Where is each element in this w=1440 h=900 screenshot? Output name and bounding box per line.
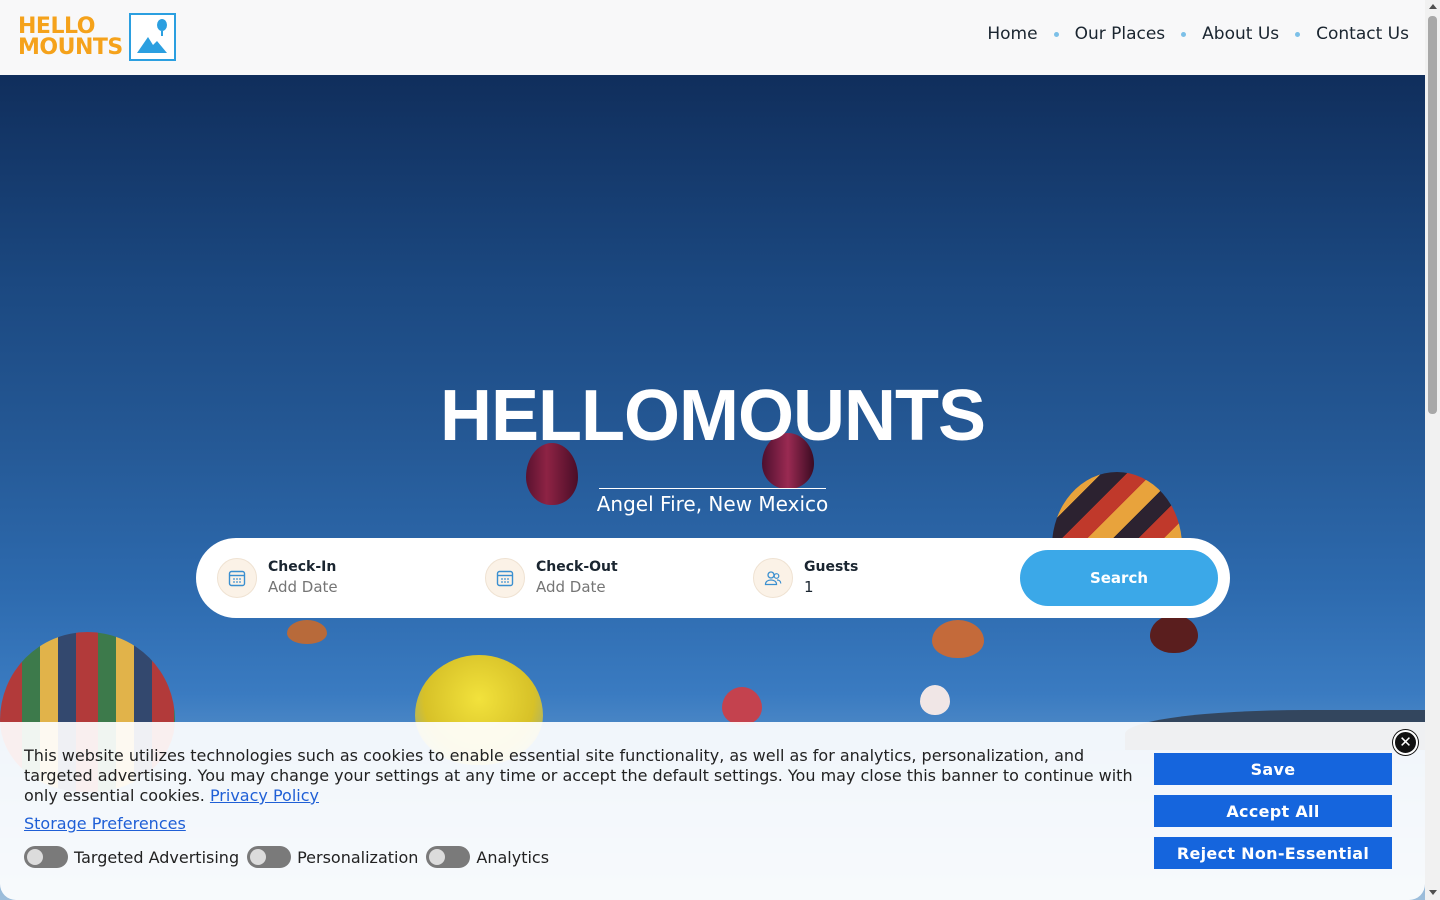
nav-separator	[1181, 31, 1187, 37]
guests-label: Guests	[804, 559, 859, 575]
guests-value[interactable]: 1	[804, 576, 954, 598]
check-out-input[interactable]	[536, 576, 686, 598]
calendar-icon	[217, 558, 257, 598]
guests-field[interactable]: Guests 1	[753, 558, 954, 598]
scroll-up-arrow-icon[interactable]	[1429, 4, 1437, 9]
nav-about-us[interactable]: About Us	[1202, 24, 1279, 44]
logo-mountain-balloon-icon	[128, 13, 176, 61]
cookie-message-text: This website utilizes technologies such …	[24, 746, 1133, 805]
nav-home[interactable]: Home	[987, 24, 1037, 44]
logo-wordmark: HELLO MOUNTS	[18, 14, 123, 60]
calendar-icon	[485, 558, 525, 598]
cookie-accept-all-button[interactable]: Accept All	[1154, 795, 1392, 827]
page-scrollbar[interactable]	[1425, 0, 1440, 900]
cookie-banner: This website utilizes technologies such …	[0, 722, 1425, 900]
scroll-down-arrow-icon[interactable]	[1429, 890, 1437, 895]
nav-our-places[interactable]: Our Places	[1075, 24, 1166, 44]
toggle-switch[interactable]	[247, 846, 292, 868]
hero-title: HELLOMOUNTS	[440, 376, 986, 456]
toggle-personalization[interactable]: Personalization	[247, 846, 418, 868]
nav-separator	[1295, 31, 1301, 37]
nav-separator	[1053, 31, 1059, 37]
site-header: HELLO MOUNTS Home Our Places About Us Co…	[0, 0, 1425, 75]
balloon-decoration	[932, 620, 984, 658]
privacy-policy-link[interactable]: Privacy Policy	[210, 786, 319, 805]
check-in-label: Check-In	[268, 559, 337, 575]
toggle-label: Personalization	[297, 847, 419, 867]
toggle-switch[interactable]	[426, 846, 471, 868]
toggle-analytics[interactable]: Analytics	[426, 846, 549, 868]
check-out-field[interactable]: Check-Out	[485, 558, 686, 598]
balloon-decoration	[722, 687, 762, 725]
logo-line-1: HELLO	[18, 14, 95, 39]
toggle-label: Analytics	[476, 847, 550, 867]
logo[interactable]: HELLO MOUNTS	[18, 13, 176, 61]
users-icon	[753, 558, 793, 598]
toggle-targeted-advertising[interactable]: Targeted Advertising	[24, 846, 239, 868]
booking-search-bar: Check-In Check-Out Guests	[196, 538, 1230, 618]
hero-divider	[599, 488, 826, 489]
check-in-input[interactable]	[268, 576, 418, 598]
cookie-save-button[interactable]: Save	[1154, 753, 1392, 785]
cookie-message: This website utilizes technologies such …	[24, 746, 1139, 806]
close-icon[interactable]: ✕	[1393, 730, 1418, 755]
nav-contact-us[interactable]: Contact Us	[1316, 24, 1409, 44]
cookie-reject-button[interactable]: Reject Non-Essential	[1154, 837, 1392, 869]
main-nav: Home Our Places About Us Contact Us	[987, 24, 1409, 44]
search-button[interactable]: Search	[1020, 550, 1218, 606]
hero-subtitle: Angel Fire, New Mexico	[596, 492, 829, 516]
toggle-switch[interactable]	[24, 846, 68, 868]
balloon-decoration	[1150, 615, 1198, 653]
logo-line-2: MOUNTS	[18, 35, 123, 60]
scroll-thumb[interactable]	[1428, 16, 1437, 414]
check-out-label: Check-Out	[536, 559, 618, 575]
balloon-decoration	[287, 620, 327, 644]
consent-toggles: Targeted Advertising Personalization Ana…	[24, 846, 557, 868]
check-in-field[interactable]: Check-In	[217, 558, 418, 598]
page: HELLO MOUNTS Home Our Places About Us Co…	[0, 0, 1440, 900]
balloon-decoration	[920, 685, 950, 715]
storage-preferences-link[interactable]: Storage Preferences	[24, 814, 186, 833]
toggle-label: Targeted Advertising	[74, 847, 240, 867]
